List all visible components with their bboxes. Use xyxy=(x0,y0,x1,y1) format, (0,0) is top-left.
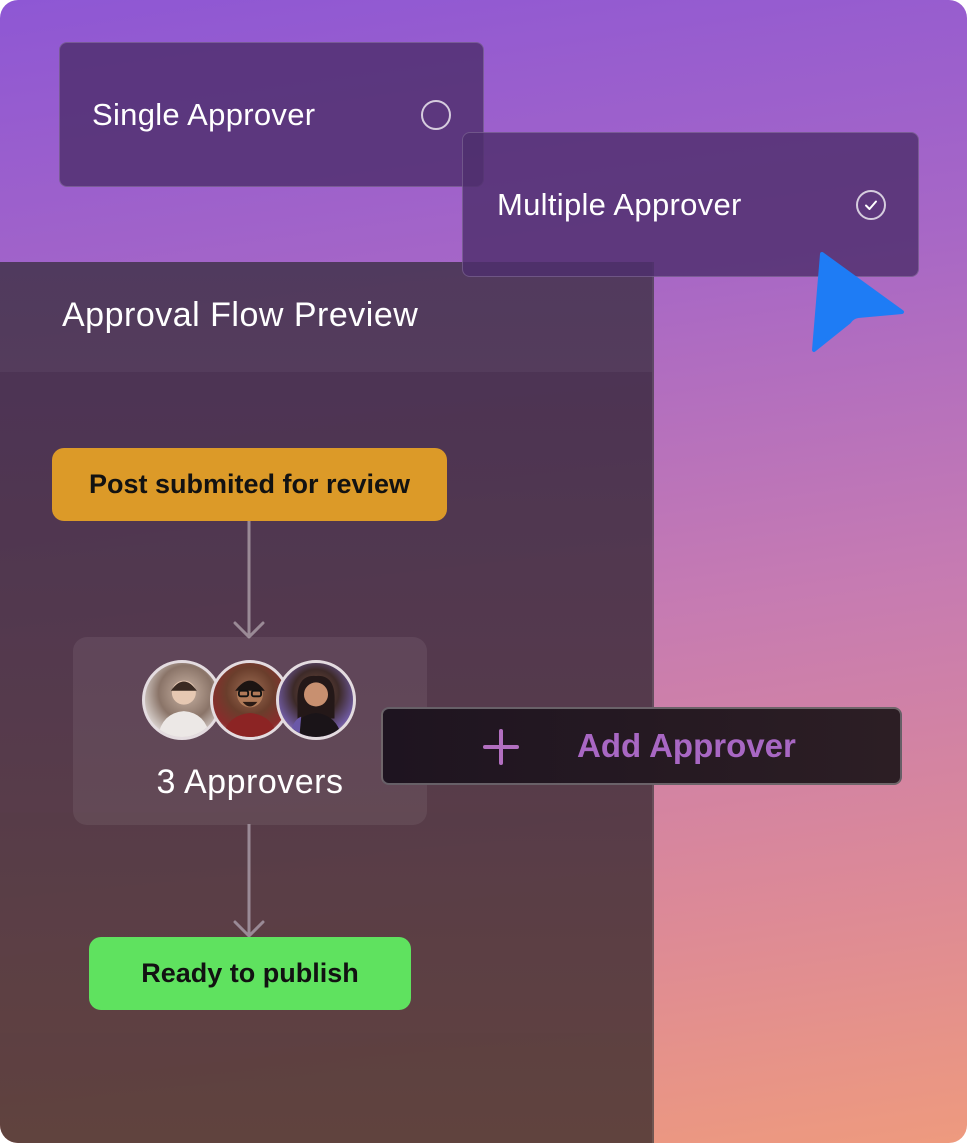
approvers-step[interactable]: 3 Approvers xyxy=(73,637,427,825)
flow-arrow-down-icon xyxy=(233,521,265,639)
flow-arrow-down-icon xyxy=(233,824,265,938)
ready-step-badge: Ready to publish xyxy=(89,937,411,1010)
canvas: Single Approver Approval Flow Preview Po… xyxy=(0,0,967,1143)
panel-title: Approval Flow Preview xyxy=(62,296,419,334)
add-approver-label: Add Approver xyxy=(577,727,796,764)
add-approver-button[interactable]: Add Approver xyxy=(381,707,902,785)
review-step-badge: Post submited for review xyxy=(52,448,447,521)
approvers-count: 3 Approvers xyxy=(156,763,344,801)
check-circle-icon[interactable] xyxy=(856,189,886,220)
avatar xyxy=(276,660,356,740)
plus-icon xyxy=(483,729,519,765)
single-approver-option[interactable]: Single Approver xyxy=(59,42,484,187)
pointer-cursor-icon xyxy=(812,252,904,352)
single-approver-label: Single Approver xyxy=(92,96,316,132)
radio-empty-icon[interactable] xyxy=(421,99,451,130)
panel-header: Approval Flow Preview xyxy=(0,262,652,372)
multiple-approver-label: Multiple Approver xyxy=(497,186,742,222)
approval-flow-panel: Approval Flow Preview Post submited for … xyxy=(0,262,654,1143)
